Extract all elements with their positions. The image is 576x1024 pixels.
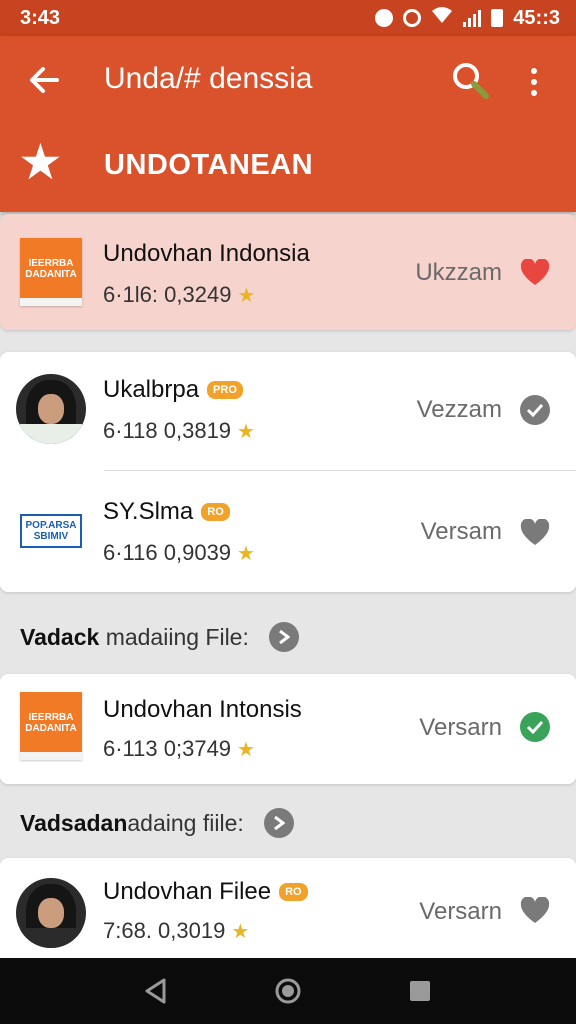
list-item[interactable]: IEERRBA DADANITA Undovhan Intonsis 6·113… bbox=[0, 674, 576, 784]
section-subheader: Vadack madaiing File: bbox=[20, 622, 299, 652]
featured-card[interactable]: IEERRBA DADANITA Undovhan Indonsia 6·1l6… bbox=[0, 214, 576, 330]
item-title: Undovhan Filee RO bbox=[103, 878, 308, 906]
list-item[interactable]: POP.ARSA SBIMIV SY.Slma RO 6·116 0,9039 ★ … bbox=[0, 472, 576, 590]
alert-icon bbox=[375, 9, 394, 27]
list-card: Undovhan Filee RO 7:68. 0,3019 ★ Versarn bbox=[0, 858, 576, 970]
list-item[interactable]: Undovhan Filee RO 7:68. 0,3019 ★ Versarn bbox=[0, 858, 576, 958]
heart-icon[interactable] bbox=[518, 894, 552, 928]
home-circle-icon[interactable] bbox=[266, 969, 310, 1013]
battery-icon bbox=[491, 9, 504, 27]
item-action-label: Versarn bbox=[419, 898, 502, 925]
chevron-right-icon[interactable] bbox=[268, 622, 299, 652]
search-button[interactable] bbox=[446, 56, 494, 104]
search-icon bbox=[453, 63, 489, 99]
back-arrow-icon bbox=[30, 67, 59, 93]
item-title: SY.Slma RO bbox=[103, 498, 230, 526]
pro-badge: RO bbox=[279, 883, 308, 901]
check-circle-icon[interactable] bbox=[518, 393, 552, 427]
recents-square-icon[interactable] bbox=[398, 969, 442, 1013]
item-meta: 6·116 0,9039 ★ bbox=[103, 540, 255, 565]
rating-star-icon: ★ bbox=[237, 542, 255, 565]
more-vert-icon[interactable] bbox=[516, 60, 552, 104]
back-triangle-icon[interactable] bbox=[134, 969, 178, 1013]
item-meta: 6·113 0;3749 ★ bbox=[103, 736, 255, 761]
star-icon[interactable]: ★ bbox=[18, 136, 63, 188]
app-logo-thumbnail: IEERRBA DADANITA bbox=[20, 692, 82, 760]
system-nav-bar bbox=[0, 958, 576, 1024]
heart-icon[interactable] bbox=[518, 516, 552, 550]
wifi-icon bbox=[431, 6, 453, 30]
list-card: Ukalbrpa PRO 6·118 0,3819 ★ Vezzam POP.ARS… bbox=[0, 352, 576, 592]
item-action-label: Versarn bbox=[419, 714, 502, 741]
app-logo-thumbnail: IEERRBA DADANITA bbox=[20, 238, 82, 306]
status-icons: 45::3 bbox=[375, 6, 560, 30]
check-circle-icon[interactable] bbox=[518, 710, 552, 744]
chevron-right-icon[interactable] bbox=[263, 808, 294, 838]
item-meta: 7:68. 0,3019 ★ bbox=[103, 918, 250, 943]
rating-star-icon: ★ bbox=[237, 284, 256, 307]
avatar bbox=[16, 878, 86, 948]
pro-badge: RO bbox=[201, 503, 230, 521]
back-button[interactable] bbox=[22, 58, 66, 102]
item-title: Undovhan Intonsis bbox=[103, 696, 302, 723]
item-meta: 6·118 0,3819 ★ bbox=[103, 418, 255, 443]
app-bar: Unda/# denssia ★ UNDOTANEAN bbox=[0, 36, 576, 212]
alarm-icon bbox=[403, 9, 422, 27]
rating-star-icon: ★ bbox=[231, 920, 250, 943]
heart-icon[interactable] bbox=[518, 256, 552, 290]
item-action-label: Ukzzam bbox=[415, 259, 502, 286]
section-subheader: Vadsadanadaing fiile: bbox=[20, 808, 294, 838]
section-title: UNDOTANEAN bbox=[104, 149, 314, 181]
signal-icon bbox=[463, 9, 482, 27]
rating-star-icon: ★ bbox=[237, 738, 255, 761]
status-time: 3:43 bbox=[20, 6, 61, 29]
list-item[interactable]: Ukalbrpa PRO 6·118 0,3819 ★ Vezzam bbox=[0, 352, 576, 470]
app-logo-thumbnail: POP.ARSA SBIMIV bbox=[20, 514, 82, 548]
item-title: Ukalbrpa PRO bbox=[103, 376, 243, 404]
avatar bbox=[16, 374, 86, 444]
rating-star-icon: ★ bbox=[237, 420, 255, 443]
divider bbox=[104, 470, 576, 471]
app-title: Unda/# denssia bbox=[104, 62, 313, 95]
pro-badge: PRO bbox=[207, 381, 243, 399]
item-meta: 6·1l6: 0,3249 ★ bbox=[103, 282, 256, 307]
status-clock: 45::3 bbox=[513, 6, 560, 29]
status-bar: 3:43 45::3 bbox=[0, 0, 576, 36]
item-action-label: Versam bbox=[420, 518, 502, 545]
item-title: Undovhan Indonsia bbox=[103, 240, 310, 267]
list-card: IEERRBA DADANITA Undovhan Intonsis 6·113… bbox=[0, 674, 576, 784]
item-action-label: Vezzam bbox=[416, 396, 502, 423]
